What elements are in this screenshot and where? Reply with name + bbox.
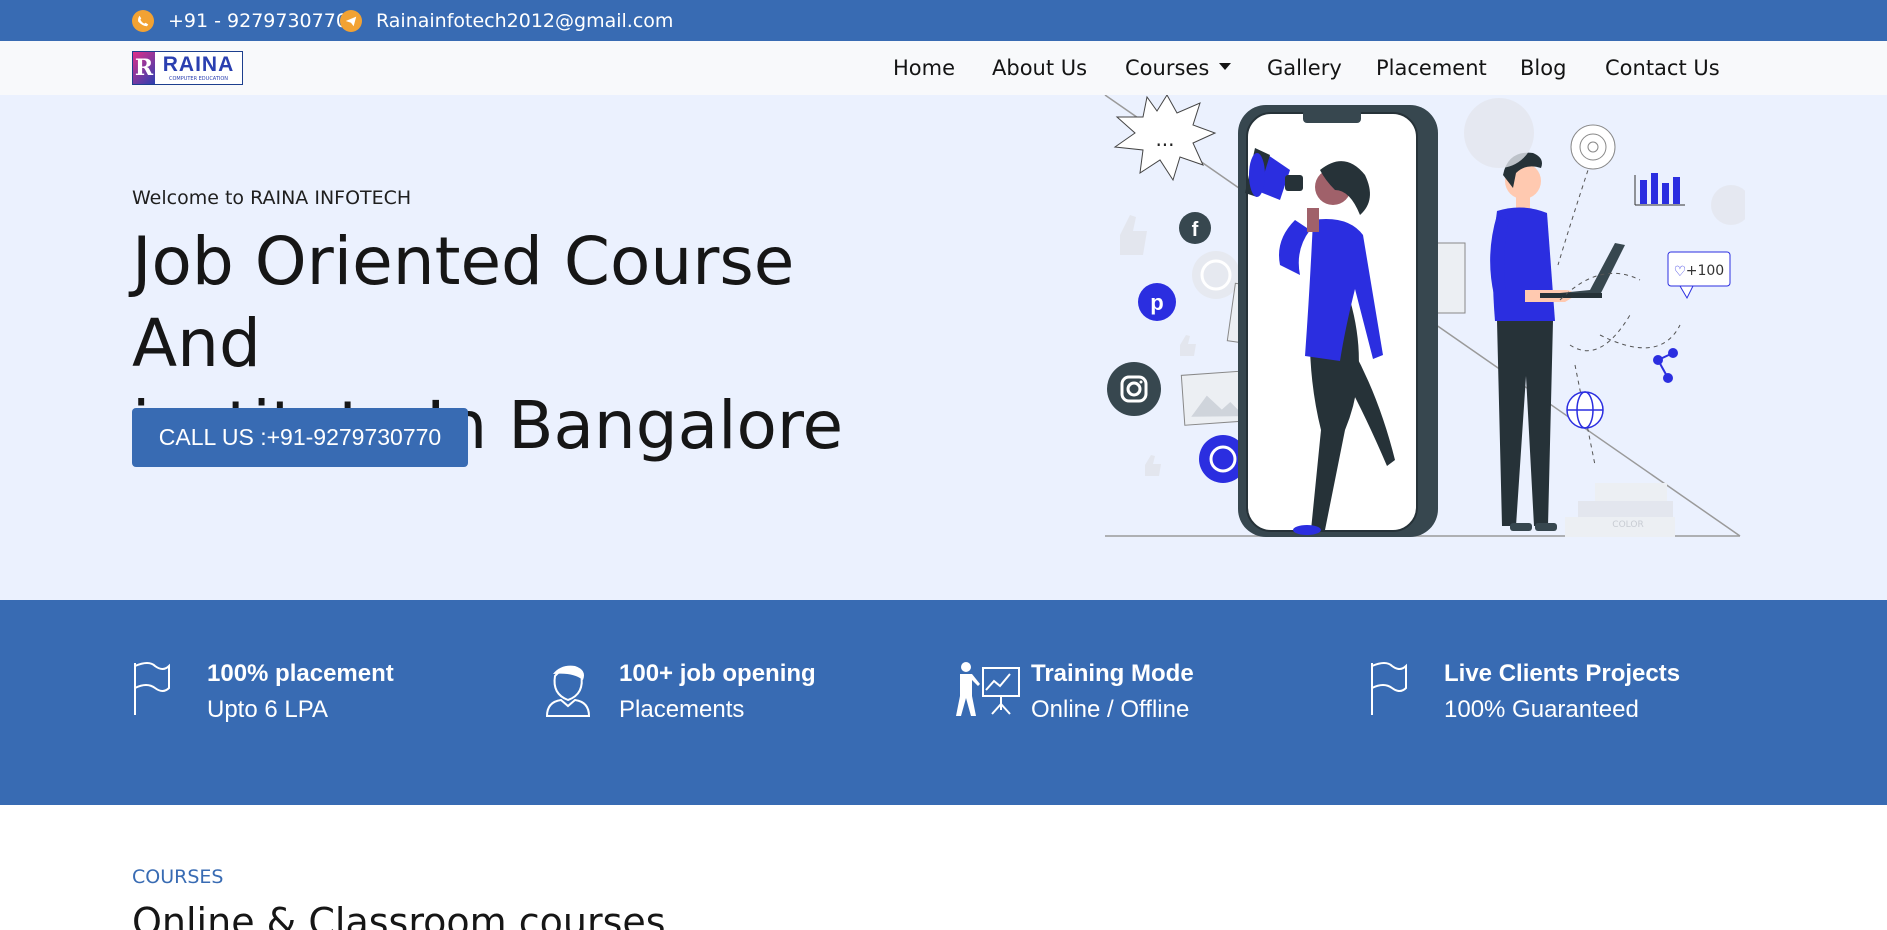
- target-icon: [1570, 124, 1616, 170]
- logo-tagline: COMPUTER EDUCATION: [168, 75, 229, 82]
- pinterest-icon: p: [1138, 283, 1176, 321]
- nav-contact-us[interactable]: Contact Us: [1605, 41, 1720, 95]
- man-laptop-figure: [1490, 152, 1625, 531]
- svg-text:♡: ♡: [1674, 264, 1687, 280]
- feature-subtitle: Online / Offline: [1031, 696, 1190, 723]
- nav-about-us[interactable]: About Us: [992, 41, 1087, 95]
- hero-welcome-text: Welcome to RAINA INFOTECH: [132, 187, 412, 209]
- call-us-button[interactable]: CALL US :+91-9279730770: [132, 408, 468, 467]
- books-label: COLOR: [1612, 520, 1643, 530]
- feature-subtitle: 100% Guaranteed: [1444, 696, 1639, 723]
- feature-subtitle: Placements: [619, 696, 745, 723]
- courses-section-label: COURSES: [132, 866, 224, 888]
- phone-number: +91 - 9279730770: [168, 9, 348, 32]
- flag-icon: [134, 662, 170, 715]
- email-address: Rainainfotech2012@gmail.com: [376, 9, 674, 32]
- courses-section-title: Online & Classroom courses: [132, 900, 666, 930]
- nav-gallery[interactable]: Gallery: [1267, 41, 1342, 95]
- logo-name: RAINA: [162, 52, 235, 76]
- nav-home[interactable]: Home: [893, 41, 955, 95]
- svg-text:p: p: [1150, 290, 1163, 315]
- nav-courses-label: Courses: [1125, 56, 1210, 80]
- books-illustration: COLOR: [1565, 483, 1675, 537]
- send-icon: [340, 9, 362, 32]
- phone-icon: [132, 9, 154, 32]
- phone-contact[interactable]: +91 - 9279730770: [132, 0, 348, 41]
- likes-bubble-icon: +100 ♡: [1667, 251, 1731, 300]
- feature-title: Training Mode: [1031, 660, 1194, 687]
- hero-section: Welcome to RAINA INFOTECH Job Oriented C…: [0, 95, 1887, 600]
- trainer-board-icon: [956, 662, 1020, 716]
- nav-courses-dropdown[interactable]: Courses: [1125, 41, 1232, 95]
- email-contact[interactable]: Rainainfotech2012@gmail.com: [340, 0, 673, 41]
- feature-title: Live Clients Projects: [1444, 660, 1681, 687]
- svg-text:f: f: [1192, 219, 1199, 241]
- laptop-icon: [1540, 243, 1625, 298]
- speech-dots: ...: [1155, 127, 1174, 151]
- likes-count: +100: [1686, 263, 1724, 279]
- user-icon: [545, 665, 591, 717]
- feature-title: 100% placement: [207, 660, 394, 687]
- bar-chart-icon: [1634, 173, 1685, 206]
- flag-icon: [1371, 662, 1407, 715]
- feature-subtitle: Upto 6 LPA: [207, 696, 328, 723]
- caret-down-icon: [1219, 62, 1232, 70]
- facebook-icon: f: [1179, 212, 1211, 244]
- features-strip: 100% placement Upto 6 LPA 100+ job openi…: [0, 600, 1887, 805]
- logo-mark: R: [133, 52, 155, 84]
- speech-burst-icon: ...: [1113, 95, 1217, 182]
- globe-icon: [1566, 391, 1604, 429]
- dribbble-icon: [1192, 251, 1240, 299]
- site-logo[interactable]: R RAINA COMPUTER EDUCATION: [132, 51, 243, 85]
- feature-title: 100+ job opening: [619, 660, 816, 687]
- share-icon: [1653, 348, 1678, 383]
- hero-title-line1: Job Oriented Course And: [132, 223, 795, 382]
- hero-illustration: ... f p +100 ♡ COLOR: [1104, 95, 1745, 537]
- nav-blog[interactable]: Blog: [1520, 41, 1566, 95]
- instagram-icon: [1107, 362, 1161, 416]
- nav-placement[interactable]: Placement: [1376, 41, 1487, 95]
- top-contact-bar: +91 - 9279730770 Rainainfotech2012@gmail…: [0, 0, 1887, 41]
- main-navbar: R RAINA COMPUTER EDUCATION Home About Us…: [0, 41, 1887, 95]
